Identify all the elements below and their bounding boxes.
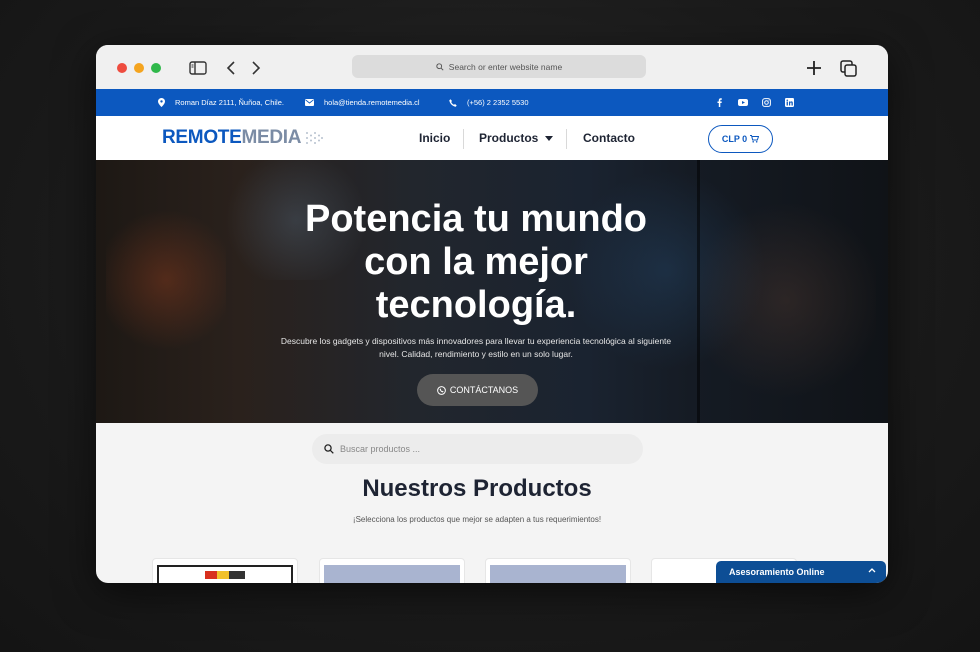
- youtube-icon[interactable]: [736, 95, 750, 109]
- hero-subtitle: Descubre los gadgets y dispositivos más …: [280, 336, 672, 359]
- phone-text[interactable]: (+56) 2 2352 5530: [467, 98, 529, 107]
- hero-title: Potencia tu mundo con la mejor tecnologí…: [305, 198, 647, 326]
- product-card[interactable]: [485, 558, 631, 583]
- nav-item-contacto[interactable]: Contacto: [583, 116, 635, 160]
- contact-cta-label: CONTÁCTANOS: [449, 385, 519, 395]
- contact-topbar: Roman Díaz 2111, Ñuñoa, Chile. hola@tien…: [96, 89, 888, 116]
- location-pin-icon: [158, 98, 165, 107]
- whatsapp-icon: [436, 385, 446, 395]
- hero-background-glow: [696, 180, 876, 420]
- products-title: Nuestros Productos: [362, 475, 592, 502]
- logo-text-media: MEDIA: [241, 127, 302, 148]
- product-thumbnail: [157, 565, 293, 583]
- cart-icon: [750, 135, 760, 143]
- products-subtitle: ¡Selecciona los productos que mejor se a…: [352, 515, 602, 524]
- remotemedia-logo[interactable]: REMOTE MEDIA: [162, 127, 324, 149]
- hero-background-glow: [106, 200, 226, 360]
- product-search-placeholder: Buscar productos ...: [340, 444, 421, 454]
- phone-info[interactable]: (+56) 2 2352 5530: [449, 89, 529, 116]
- address-info: Roman Díaz 2111, Ñuñoa, Chile.: [158, 89, 284, 116]
- close-window-button[interactable]: [117, 63, 127, 73]
- online-advice-chat-button[interactable]: Asesoramiento Online: [716, 561, 886, 583]
- chat-label: Asesoramiento Online: [729, 567, 825, 577]
- hero-image-divider: [697, 160, 700, 423]
- nav-separator: [463, 129, 464, 149]
- address-placeholder: Search or enter website name: [448, 61, 563, 72]
- tabs-overview-icon[interactable]: [838, 58, 858, 78]
- logo-text-remote: REMOTE: [162, 127, 242, 148]
- nav-separator: [566, 129, 567, 149]
- main-navbar: REMOTE MEDIA Inicio Productos Contacto CL…: [96, 116, 888, 160]
- email-text[interactable]: hola@tienda.remotemedia.cl: [324, 98, 420, 107]
- product-search-input[interactable]: Buscar productos ...: [312, 434, 643, 464]
- browser-toolbar: Search or enter website name: [96, 45, 888, 89]
- cart-button[interactable]: CLP 0: [708, 125, 773, 153]
- contact-cta-button[interactable]: CONTÁCTANOS: [417, 374, 538, 406]
- sidebar-toggle-icon[interactable]: [188, 58, 208, 78]
- phone-icon: [449, 98, 457, 107]
- address-text: Roman Díaz 2111, Ñuñoa, Chile.: [175, 98, 284, 107]
- chevron-down-icon: [545, 135, 554, 141]
- search-icon: [436, 62, 444, 71]
- hero-banner: Potencia tu mundo con la mejor tecnologí…: [96, 160, 888, 423]
- product-card[interactable]: [319, 558, 465, 583]
- minimize-window-button[interactable]: [134, 63, 144, 73]
- product-thumbnail: [490, 565, 626, 583]
- nav-item-productos[interactable]: Productos: [479, 116, 554, 160]
- chevron-up-icon: [868, 568, 876, 573]
- instagram-icon[interactable]: [759, 95, 773, 109]
- facebook-icon[interactable]: [712, 95, 726, 109]
- product-card[interactable]: [152, 558, 298, 583]
- maximize-window-button[interactable]: [151, 63, 161, 73]
- new-tab-icon[interactable]: [804, 58, 824, 78]
- search-icon: [324, 444, 334, 454]
- envelope-icon: [305, 99, 314, 106]
- linkedin-icon[interactable]: [782, 95, 796, 109]
- email-info[interactable]: hola@tienda.remotemedia.cl: [305, 89, 420, 116]
- address-bar[interactable]: Search or enter website name: [352, 55, 646, 78]
- cart-total: CLP 0: [721, 134, 748, 144]
- product-thumbnail: [324, 565, 460, 583]
- nav-item-inicio[interactable]: Inicio: [419, 116, 450, 160]
- logo-arrows-icon: [306, 132, 324, 144]
- forward-arrow-icon[interactable]: [246, 58, 266, 78]
- browser-window: Search or enter website name Roman Díaz …: [96, 45, 888, 583]
- nav-item-productos-label: Productos: [479, 131, 539, 145]
- back-arrow-icon[interactable]: [221, 58, 241, 78]
